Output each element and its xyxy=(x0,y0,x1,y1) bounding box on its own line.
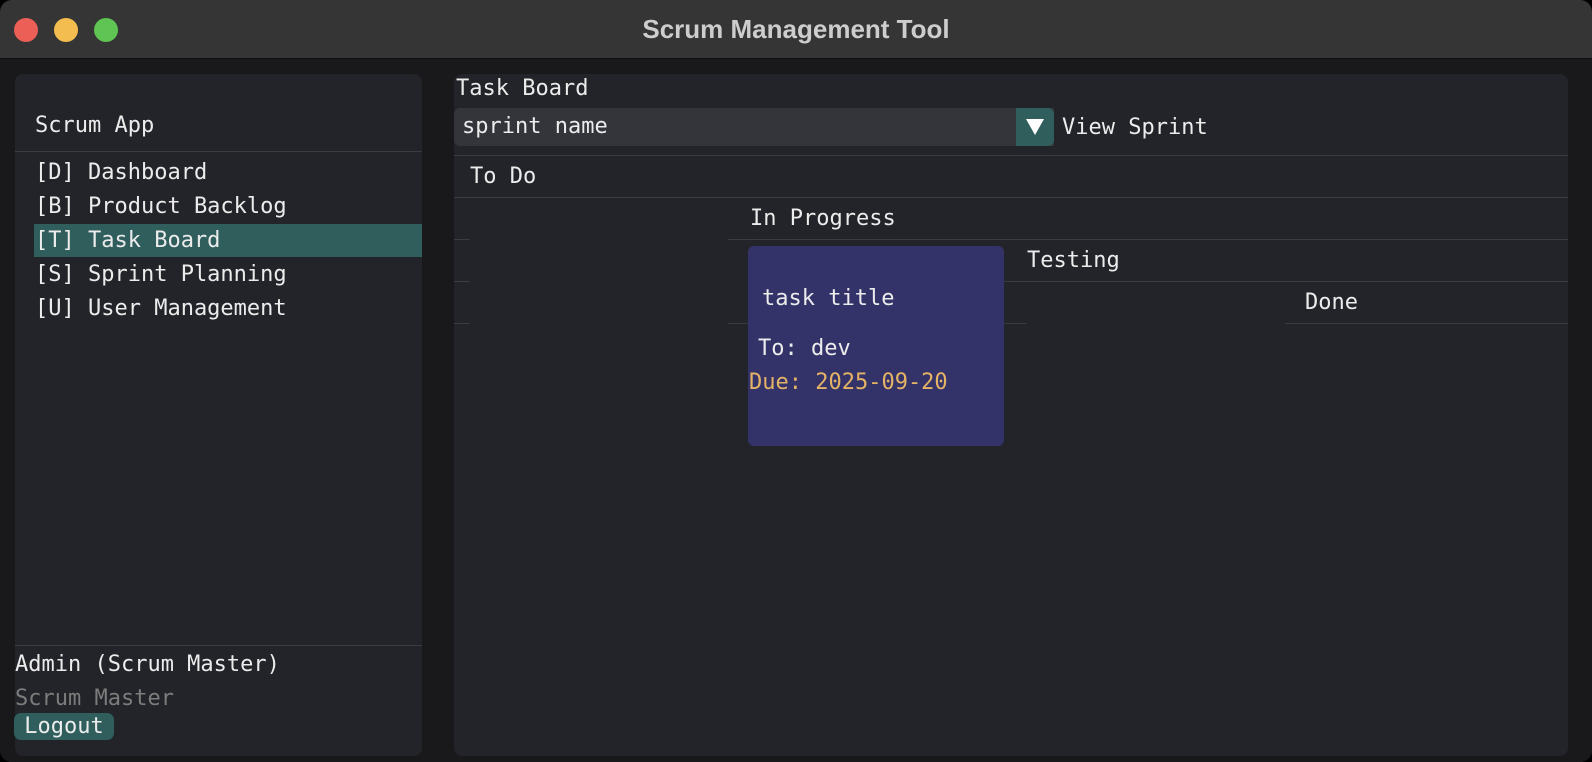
column-header-testing: Testing xyxy=(1027,248,1120,273)
sidebar-item-dashboard[interactable]: [D] Dashboard xyxy=(34,156,422,189)
user-name: Admin (Scrum Master) xyxy=(15,652,280,677)
window-title: Scrum Management Tool xyxy=(642,14,950,44)
sprint-select-value: sprint name xyxy=(462,114,608,139)
task-card-title: task title xyxy=(762,286,895,311)
sprint-select-dropdown-button[interactable] xyxy=(1016,108,1054,146)
column-header-to-do: To Do xyxy=(470,164,537,189)
sidebar-item-sprint-planning[interactable]: [S] Sprint Planning xyxy=(34,258,422,291)
column-divider xyxy=(454,323,470,324)
column-divider xyxy=(728,239,1568,240)
title-bar: Scrum Management Tool xyxy=(0,0,1592,59)
sprint-select[interactable]: sprint name xyxy=(454,108,1054,146)
chevron-down-icon xyxy=(1026,119,1044,135)
column-divider xyxy=(454,281,470,282)
sidebar-item-user-management[interactable]: [U] User Management xyxy=(34,292,422,325)
sidebar-footer-divider xyxy=(15,645,422,646)
column-header-done: Done xyxy=(1305,290,1358,315)
column-divider xyxy=(454,197,1568,198)
task-card-assignee: To: dev xyxy=(758,336,851,361)
board-divider xyxy=(454,155,1568,156)
sidebar-app-name: Scrum App xyxy=(35,113,155,138)
column-header-in-progress: In Progress xyxy=(750,206,896,231)
app-window: Scrum Management Tool Scrum App [D] Dash… xyxy=(0,0,1592,762)
user-role: Scrum Master xyxy=(15,686,174,711)
sidebar-item-product-backlog[interactable]: [B] Product Backlog xyxy=(34,190,422,223)
main-panel xyxy=(454,74,1568,756)
task-card-due-date: Due: 2025-09-20 xyxy=(749,370,948,395)
sidebar-divider xyxy=(15,151,422,152)
task-card[interactable]: task title To: dev Due: 2025-09-20 xyxy=(748,246,1004,446)
sidebar-item-task-board[interactable]: [T] Task Board xyxy=(34,224,422,257)
column-divider xyxy=(454,239,470,240)
view-sprint-label: View Sprint xyxy=(1062,115,1208,140)
column-divider xyxy=(1004,281,1568,282)
logout-button[interactable]: Logout xyxy=(14,713,114,740)
page-title: Task Board xyxy=(456,76,589,101)
column-divider xyxy=(1285,323,1568,324)
